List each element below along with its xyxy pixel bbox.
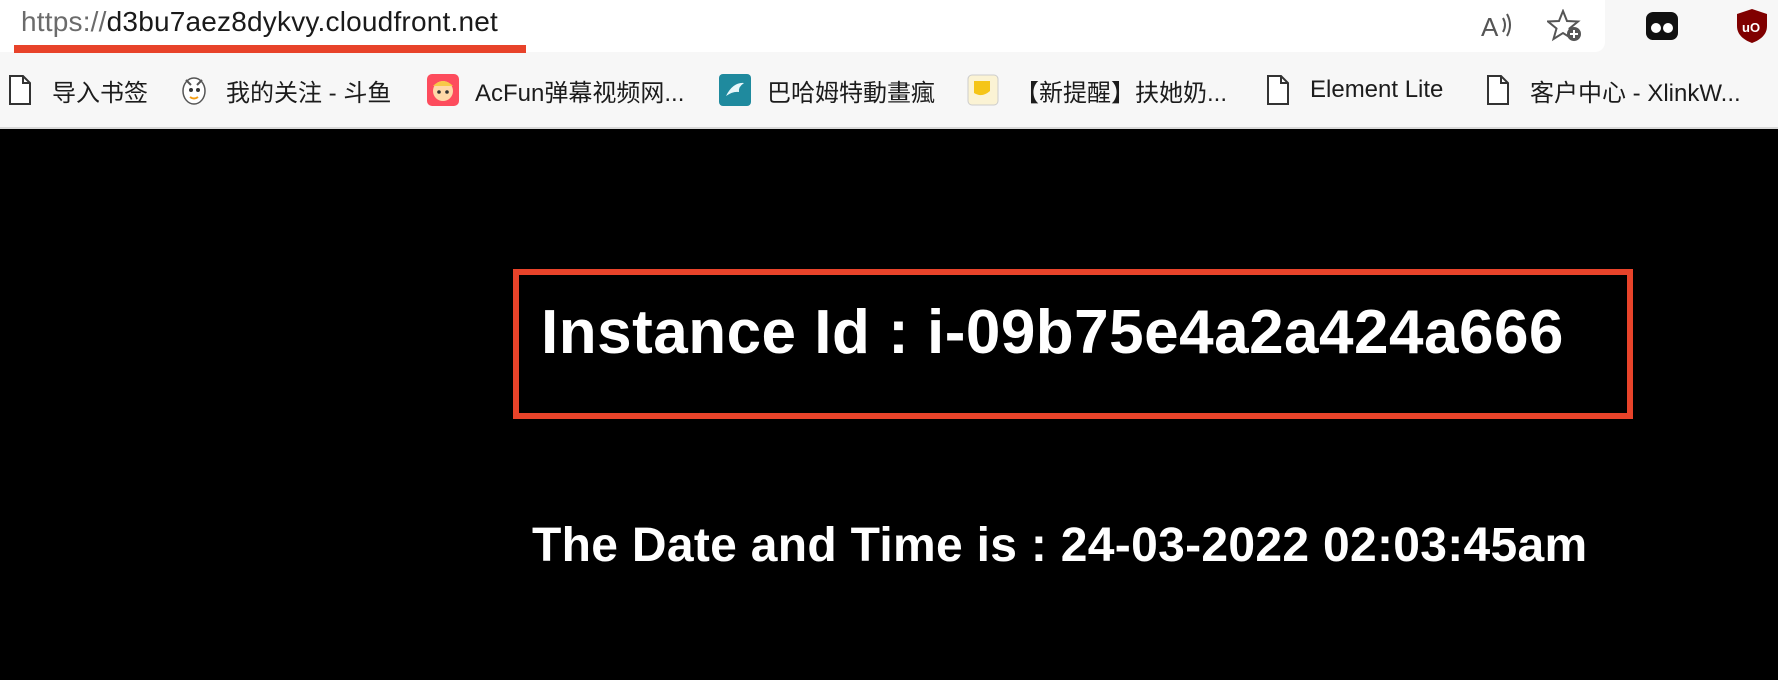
svg-text:A: A: [1481, 12, 1499, 42]
acfun-icon: [427, 74, 459, 106]
datetime-heading: The Date and Time is : 24-03-2022 02:03:…: [532, 519, 1588, 572]
bookmark-label: 客户中心 - XlinkW...: [1530, 79, 1741, 107]
svg-text:uO: uO: [1742, 20, 1760, 35]
url-highlight-annotation: [14, 45, 526, 53]
bookmark-label: AcFun弹幕视频网...: [475, 79, 685, 107]
ublock-origin-icon[interactable]: uO: [1730, 4, 1774, 48]
page-content: Instance Id : i-09b75e4a2a424a666 The Da…: [0, 129, 1778, 680]
bookmark-label: Element Lite: [1310, 76, 1444, 103]
document-icon: [4, 74, 36, 106]
instance-id-heading: Instance Id : i-09b75e4a2a424a666: [541, 298, 1564, 367]
document-icon: [1262, 74, 1294, 106]
bookmark-label: 导入书签: [52, 79, 148, 107]
address-bar[interactable]: https://d3bu7aez8dykvy.cloudfront.net: [0, 0, 1605, 53]
browser-chrome: https://d3bu7aez8dykvy.cloudfront.net A …: [0, 0, 1778, 129]
document-icon: [1482, 74, 1514, 106]
bookmark-forum[interactable]: 【新提醒】扶她奶...: [967, 70, 1227, 110]
bookmark-import[interactable]: 导入书签: [4, 70, 148, 110]
bookmark-douyu[interactable]: 我的关注 - 斗鱼: [178, 70, 391, 110]
bookmark-xlink[interactable]: 客户中心 - XlinkW...: [1482, 70, 1741, 110]
bahamut-icon: [719, 74, 751, 106]
extension-glasses-icon[interactable]: [1640, 4, 1684, 48]
bookmark-label: 巴哈姆特動畫瘋: [767, 79, 935, 107]
douyu-icon: [178, 74, 210, 106]
bookmark-bahamut[interactable]: 巴哈姆特動畫瘋: [719, 70, 935, 110]
bookmark-element-lite[interactable]: Element Lite: [1262, 70, 1443, 110]
bookmark-label: 我的关注 - 斗鱼: [226, 79, 392, 107]
add-favorite-icon[interactable]: [1543, 4, 1587, 48]
url-text[interactable]: https://d3bu7aez8dykvy.cloudfront.net: [21, 6, 498, 38]
bookmark-acfun[interactable]: AcFun弹幕视频网...: [427, 70, 684, 110]
url-host: d3bu7aez8dykvy.cloudfront.net: [106, 6, 498, 37]
bookmark-label: 【新提醒】扶她奶...: [1015, 79, 1228, 107]
bookmarks-bar: 导入书签 我的关注 - 斗鱼 AcFun弹幕视频网... 巴哈姆特動畫瘋 【新提…: [0, 70, 1778, 110]
read-aloud-icon[interactable]: A: [1475, 4, 1519, 48]
forum-icon: [967, 74, 999, 106]
url-scheme: https://: [21, 6, 107, 37]
